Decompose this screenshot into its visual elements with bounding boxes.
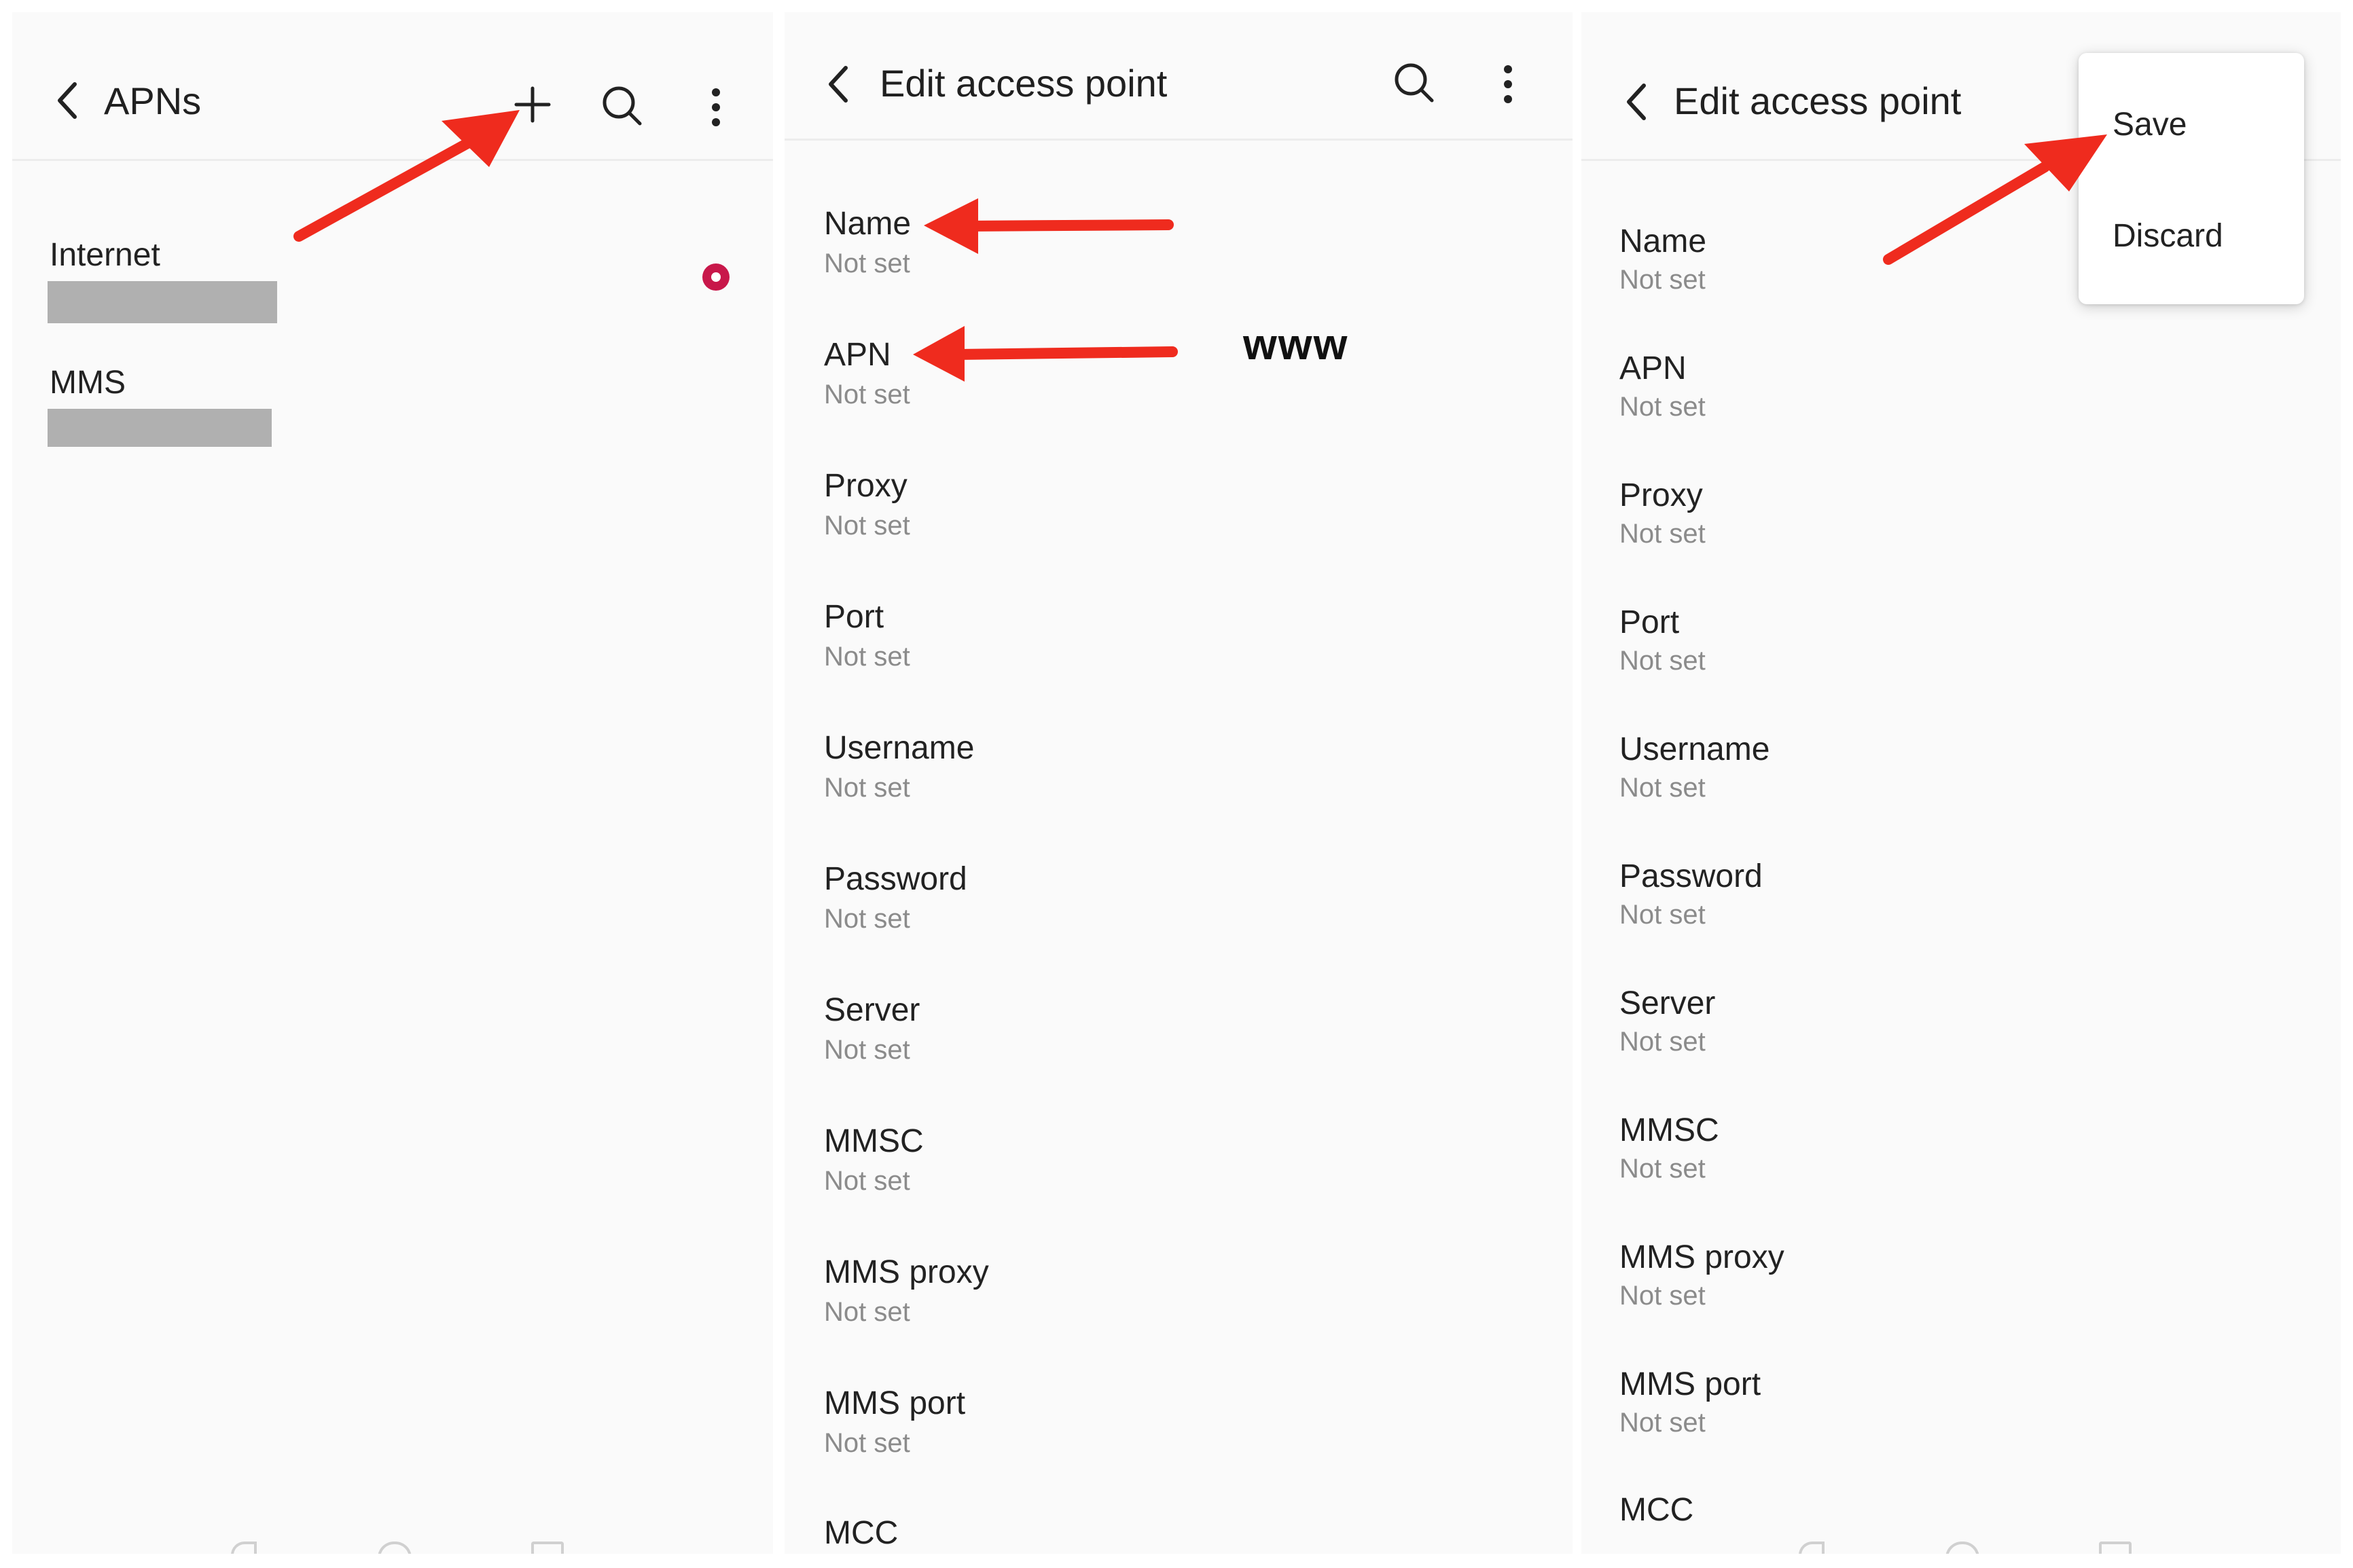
page-title: Edit access point [880,62,1168,105]
field-mmsc[interactable]: MMSC Not set [1581,1102,2341,1229]
field-label: Username [824,730,975,766]
radio-selected-icon[interactable] [702,263,730,291]
nav-home-icon[interactable] [1945,1542,1979,1554]
redacted-value [48,281,277,323]
chevron-left-icon[interactable] [825,62,852,106]
system-nav-bar [1581,1533,2341,1554]
field-username[interactable]: Username Not set [1581,721,2341,848]
field-value: Not set [824,1035,910,1065]
field-label: Server [1619,985,1716,1021]
field-mms-port[interactable]: MMS port Not set [1581,1356,2341,1483]
search-icon[interactable] [600,84,644,128]
field-value: Not set [1619,900,1706,930]
field-label: Name [824,206,912,242]
field-label: Port [1619,604,1680,640]
apn-hint-annotation: www [1243,320,1349,369]
field-label: Name [1619,223,1707,259]
field-mmsc[interactable]: MMSC Not set [785,1112,1573,1241]
field-mcc[interactable]: MCC [1581,1483,2341,1521]
apn-item-mms[interactable]: MMS [12,345,773,460]
field-server[interactable]: Server Not set [1581,975,2341,1102]
nav-recents-icon[interactable] [531,1542,564,1554]
nav-back-icon[interactable] [231,1542,257,1554]
field-label: MCC [824,1515,899,1546]
chevron-left-icon[interactable] [54,79,82,122]
field-value: Not set [1619,1154,1706,1184]
field-value: Not set [1619,1281,1706,1311]
field-label: Server [824,992,920,1028]
field-apn[interactable]: APN Not set [1581,340,2341,467]
field-label: Password [824,861,967,897]
field-label: Proxy [824,468,908,504]
field-password[interactable]: Password Not set [785,850,1573,979]
field-label: APN [1619,350,1687,386]
field-username[interactable]: Username Not set [785,718,1573,847]
apn-item-internet[interactable]: Internet [12,216,773,338]
field-value: Not set [824,511,910,541]
field-mms-proxy[interactable]: MMS proxy Not set [785,1243,1573,1372]
apn-name: Internet [50,237,160,273]
field-label: MMS proxy [824,1254,989,1290]
field-name[interactable]: Name Not set [785,194,1573,323]
field-label: MMS proxy [1619,1239,1784,1275]
field-label: MMSC [1619,1112,1719,1148]
app-bar: Edit access point [785,12,1573,139]
field-value: Not set [824,904,910,934]
field-label: Username [1619,731,1770,767]
field-apn[interactable]: APN Not set [785,325,1573,454]
overflow-menu: Save Discard [2079,53,2304,304]
field-label: Proxy [1619,477,1703,513]
nav-home-icon[interactable] [378,1542,412,1554]
field-mms-port[interactable]: MMS port Not set [785,1374,1573,1503]
field-server[interactable]: Server Not set [785,981,1573,1110]
system-nav-bar [12,1533,773,1554]
field-value: Not set [1619,519,1706,549]
page-title: Edit access point [1674,79,1962,122]
field-proxy[interactable]: Proxy Not set [785,456,1573,585]
field-mms-proxy[interactable]: MMS proxy Not set [1581,1229,2341,1356]
edit-apn-screen: Edit access point Name Not set APN Not s… [785,12,1573,1554]
field-value: Not set [824,642,910,672]
nav-recents-icon[interactable] [2099,1542,2132,1554]
field-value: Not set [1619,265,1706,295]
field-port[interactable]: Port Not set [1581,594,2341,721]
field-value: Not set [824,1166,910,1196]
more-vertical-icon[interactable] [709,87,723,128]
more-vertical-icon[interactable] [1501,64,1515,105]
field-label: MMSC [824,1123,924,1159]
field-label: MCC [1619,1492,1694,1521]
nav-back-icon[interactable] [1799,1542,1825,1554]
field-label: APN [824,337,891,373]
field-value: Not set [824,1297,910,1327]
apn-name: MMS [50,365,126,401]
chevron-left-icon[interactable] [1623,80,1651,124]
field-mcc[interactable]: MCC [785,1505,1573,1546]
apn-list-screen: APNs Internet MMS [12,12,773,1554]
field-password[interactable]: Password Not set [1581,848,2341,975]
field-port[interactable]: Port Not set [785,587,1573,716]
field-value: Not set [824,1428,910,1458]
field-label: MMS port [824,1385,966,1421]
redacted-value [48,409,272,447]
field-value: Not set [824,249,910,278]
field-value: Not set [1619,646,1706,676]
field-proxy[interactable]: Proxy Not set [1581,467,2341,594]
field-value: Not set [1619,392,1706,422]
field-value: Not set [1619,773,1706,803]
field-value: Not set [824,380,910,409]
menu-item-discard[interactable]: Discard [2113,217,2223,255]
page-title: APNs [104,79,202,122]
divider [785,139,1573,141]
divider [12,159,773,161]
field-label: MMS port [1619,1366,1761,1402]
field-label: Password [1619,858,1763,894]
field-value: Not set [1619,1027,1706,1057]
field-value: Not set [824,773,910,803]
plus-icon[interactable] [514,86,552,124]
search-icon[interactable] [1393,61,1436,105]
app-bar: APNs [12,12,773,160]
field-label: Port [824,599,884,635]
menu-item-save[interactable]: Save [2113,106,2187,143]
field-value: Not set [1619,1408,1706,1438]
